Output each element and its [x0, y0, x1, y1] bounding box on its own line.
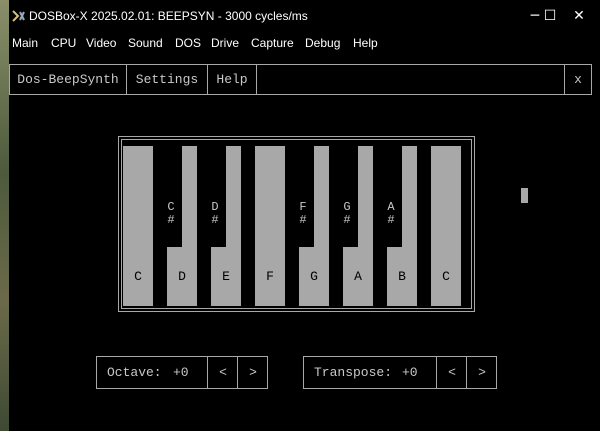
- menu-debug[interactable]: Debug: [305, 36, 340, 50]
- key-sharp: #: [387, 213, 395, 227]
- menu-cpu[interactable]: CPU: [51, 36, 76, 50]
- octave-control: Octave: +0 < >: [96, 356, 268, 389]
- key-label: C: [442, 269, 450, 284]
- key-label: B: [398, 269, 406, 284]
- transpose-label: Transpose:: [314, 365, 393, 380]
- close-window-button[interactable]: ✕: [559, 4, 599, 28]
- text-cursor: [521, 188, 528, 203]
- key-sharp: #: [299, 213, 307, 227]
- key-label: G: [310, 269, 318, 284]
- key-label: D: [178, 269, 186, 284]
- dosbox-window: DOSBox-X 2025.02.01: BEEPSYN - 3000 cycl…: [9, 0, 600, 431]
- black-key-c-sharp[interactable]: C #: [160, 146, 182, 247]
- key-label: C: [134, 269, 142, 284]
- menu-dos[interactable]: DOS: [175, 36, 201, 50]
- transpose-control: Transpose: +0 < >: [303, 356, 497, 389]
- title-bar[interactable]: DOSBox-X 2025.02.01: BEEPSYN - 3000 cycl…: [9, 0, 600, 32]
- menu-main[interactable]: Main: [12, 36, 38, 50]
- key-label: A: [354, 269, 362, 284]
- app-title: Dos-BeepSynth: [10, 65, 127, 94]
- app-menu-bar: Dos-BeepSynth Settings Help x: [9, 64, 592, 95]
- transpose-increase-button[interactable]: >: [466, 357, 497, 388]
- octave-label: Octave:: [107, 365, 162, 380]
- help-menu[interactable]: Help: [208, 65, 257, 94]
- key-note: G: [343, 200, 351, 214]
- menu-bar: Main CPU Video Sound DOS Drive Capture D…: [9, 32, 600, 54]
- settings-menu[interactable]: Settings: [127, 65, 208, 94]
- key-note: D: [211, 200, 219, 214]
- transpose-decrease-button[interactable]: <: [436, 357, 467, 388]
- black-key-a-sharp[interactable]: A #: [380, 146, 402, 247]
- transpose-value: +0: [402, 365, 418, 380]
- menu-video[interactable]: Video: [86, 36, 116, 50]
- key-sharp: #: [343, 213, 351, 227]
- key-sharp: #: [167, 213, 175, 227]
- menu-capture[interactable]: Capture: [251, 36, 294, 50]
- octave-value: +0: [173, 365, 189, 380]
- octave-increase-button[interactable]: >: [237, 357, 268, 388]
- menu-sound[interactable]: Sound: [128, 36, 163, 50]
- key-note: C: [167, 200, 175, 214]
- dos-screen: Dos-BeepSynth Settings Help x C D E F G …: [9, 58, 600, 431]
- key-note: A: [387, 200, 395, 214]
- menu-drive[interactable]: Drive: [211, 36, 239, 50]
- black-key-g-sharp[interactable]: G #: [336, 146, 358, 247]
- piano-keyboard: C D E F G A B C C # D # F # G # A #: [118, 136, 475, 312]
- octave-decrease-button[interactable]: <: [207, 357, 238, 388]
- app-close-button[interactable]: x: [564, 65, 591, 94]
- key-sharp: #: [211, 213, 219, 227]
- key-note: F: [299, 200, 307, 214]
- black-key-f-sharp[interactable]: F #: [292, 146, 314, 247]
- key-label: E: [222, 269, 230, 284]
- white-key-c[interactable]: C: [123, 146, 153, 306]
- window-title: DOSBox-X 2025.02.01: BEEPSYN - 3000 cycl…: [29, 9, 308, 23]
- menu-help[interactable]: Help: [353, 36, 378, 50]
- white-key-f[interactable]: F: [255, 146, 285, 306]
- dosbox-app-icon: [12, 10, 25, 22]
- white-key-c-high[interactable]: C: [431, 146, 461, 306]
- black-key-d-sharp[interactable]: D #: [204, 146, 226, 247]
- key-label: F: [266, 269, 274, 284]
